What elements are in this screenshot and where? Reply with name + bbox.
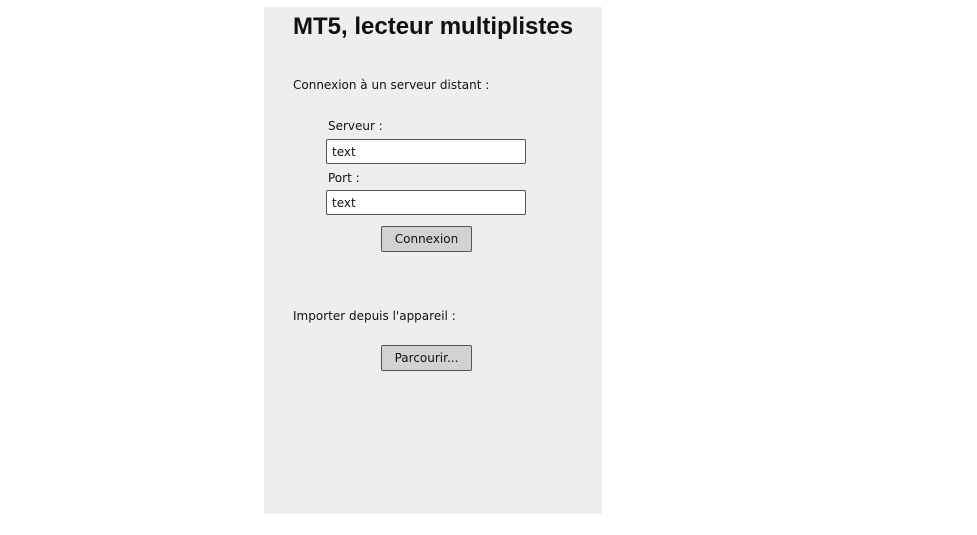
import-section-label: Importer depuis l'appareil : bbox=[293, 309, 456, 323]
browse-button[interactable]: Parcourir... bbox=[381, 345, 472, 371]
port-label: Port : bbox=[328, 171, 360, 185]
server-label: Serveur : bbox=[328, 119, 383, 133]
page-title: MT5, lecteur multiplistes bbox=[293, 13, 574, 40]
main-panel: MT5, lecteur multiplistes Connexion à un… bbox=[264, 7, 602, 514]
server-input[interactable] bbox=[326, 139, 526, 164]
connect-button[interactable]: Connexion bbox=[381, 226, 472, 252]
port-input[interactable] bbox=[326, 190, 526, 215]
remote-server-section-label: Connexion à un serveur distant : bbox=[293, 78, 490, 92]
